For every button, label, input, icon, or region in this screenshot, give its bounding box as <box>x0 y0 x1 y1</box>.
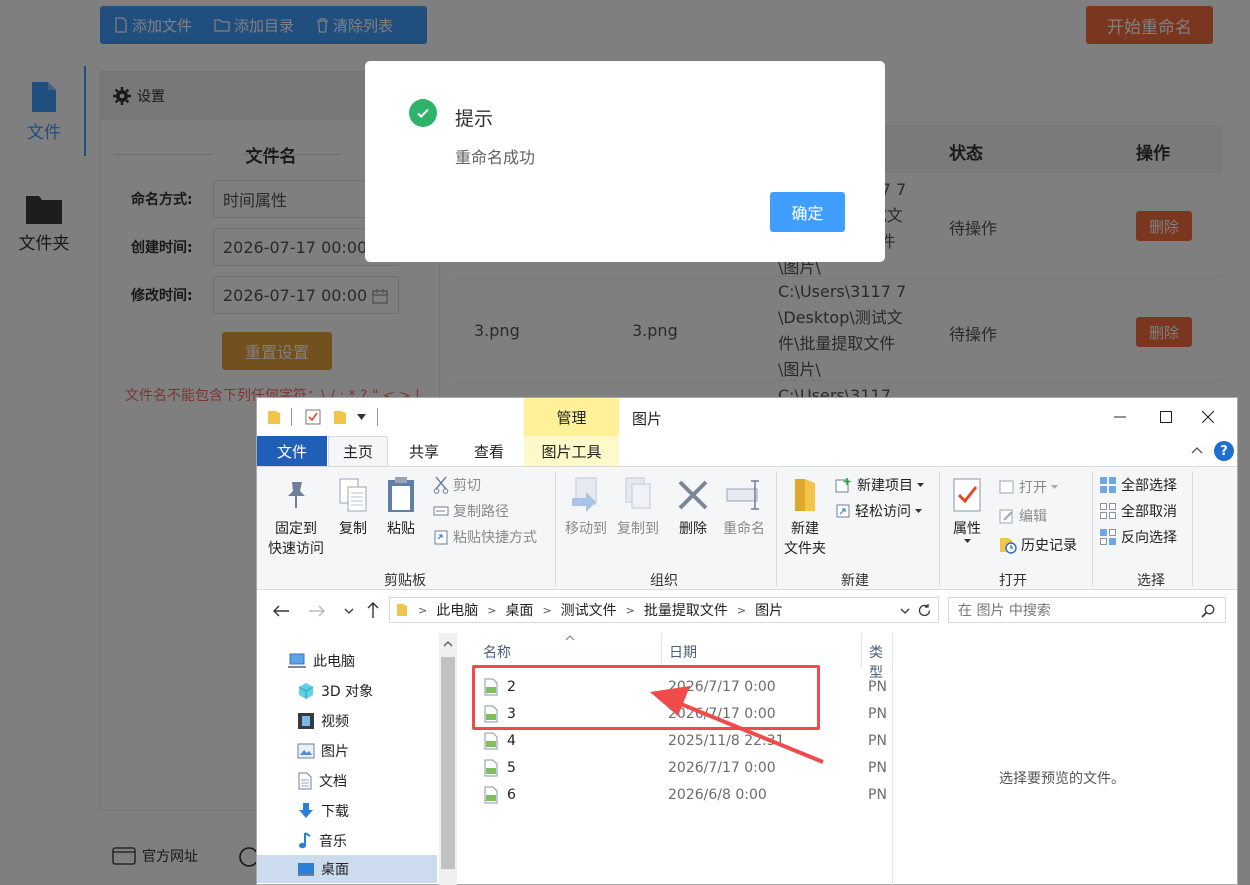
annotation-arrow-icon <box>650 686 824 764</box>
